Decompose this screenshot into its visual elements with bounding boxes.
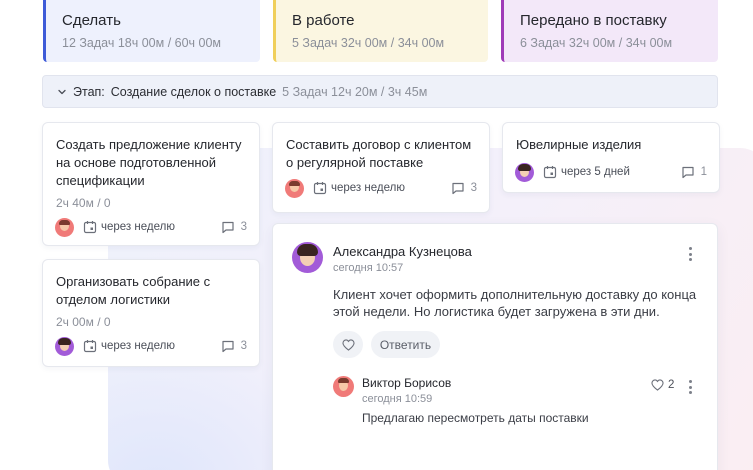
comment-count: 1: [700, 166, 707, 178]
task-footer: через неделю 3: [285, 178, 477, 198]
calendar-icon: [313, 181, 327, 195]
due-date: через неделю: [101, 221, 175, 233]
task-footer: через 5 дней 1: [515, 162, 707, 182]
due-date: через неделю: [101, 340, 175, 352]
comment-icon[interactable]: [681, 165, 695, 179]
assignee-avatar[interactable]: [285, 178, 304, 198]
reply-button[interactable]: Ответить: [371, 331, 440, 358]
reply-time: сегодня 10:59: [362, 393, 433, 405]
task-title: Составить договор с клиентом о регулярно…: [286, 137, 472, 170]
column-title: Передано в поставку: [520, 12, 667, 29]
like-button[interactable]: [333, 331, 363, 358]
due-date: через неделю: [331, 182, 405, 194]
comment-icon[interactable]: [451, 181, 465, 195]
comment-icon[interactable]: [221, 339, 235, 353]
author-avatar[interactable]: [292, 242, 323, 273]
column-title: В работе: [292, 12, 355, 29]
calendar-icon: [83, 339, 97, 353]
assignee-avatar[interactable]: [515, 162, 534, 182]
task-title: Ювелирные изделия: [516, 137, 642, 152]
comment-panel: Александра Кузнецова сегодня 10:57 Клиен…: [272, 223, 718, 470]
column-header-todo[interactable]: Сделать 12 Задач 18ч 00м / 60ч 00м: [43, 0, 260, 62]
stage-meta: 5 Задач 12ч 20м / 3ч 45м: [282, 84, 428, 99]
task-title: Организовать собрание с отделом логистик…: [56, 274, 211, 307]
task-title: Создать предложение клиенту на основе по…: [56, 137, 242, 188]
task-card[interactable]: Ювелирные изделия через 5 дней 1: [502, 122, 720, 193]
more-options-icon[interactable]: [686, 246, 694, 262]
comment-text: Клиент хочет оформить дополнительную дос…: [333, 287, 697, 319]
column-title: Сделать: [62, 12, 121, 29]
column-meta: 6 Задач 32ч 00м / 34ч 00м: [520, 36, 673, 50]
task-card[interactable]: Организовать собрание с отделом логистик…: [42, 259, 260, 367]
reply-author[interactable]: Виктор Борисов: [362, 376, 451, 390]
task-card[interactable]: Составить договор с клиентом о регулярно…: [272, 122, 490, 213]
heart-icon: [341, 338, 355, 351]
heart-icon: [651, 379, 664, 391]
task-card[interactable]: Создать предложение клиенту на основе по…: [42, 122, 260, 246]
calendar-icon: [83, 220, 97, 234]
chevron-down-icon[interactable]: [57, 87, 67, 97]
column-meta: 5 Задач 32ч 00м / 34ч 00м: [292, 36, 445, 50]
column-header-in-progress[interactable]: В работе 5 Задач 32ч 00м / 34ч 00м: [273, 0, 488, 62]
task-time: 2ч 00м / 0: [56, 315, 111, 329]
like-count: 2: [668, 379, 675, 391]
comment-count: 3: [470, 182, 477, 194]
task-footer: через неделю 3: [55, 217, 247, 237]
stage-name: Создание сделок о поставке: [110, 84, 277, 99]
reply-author-avatar[interactable]: [333, 376, 354, 397]
task-footer: через неделю 3: [55, 336, 247, 356]
assignee-avatar[interactable]: [55, 336, 74, 356]
reply-likes[interactable]: 2: [651, 379, 674, 391]
stage-label: Этап:: [73, 84, 105, 99]
reply-more-options-icon[interactable]: [686, 379, 694, 395]
comment-count: 3: [240, 340, 247, 352]
comment-count: 3: [240, 221, 247, 233]
comment-icon[interactable]: [221, 220, 235, 234]
task-time: 2ч 40м / 0: [56, 196, 111, 210]
column-header-delivered[interactable]: Передано в поставку 6 Задач 32ч 00м / 34…: [501, 0, 718, 62]
reply-text: Предлагаю пересмотреть даты поставки: [362, 411, 589, 425]
assignee-avatar[interactable]: [55, 217, 74, 237]
comment-time: сегодня 10:57: [333, 262, 404, 274]
column-meta: 12 Задач 18ч 00м / 60ч 00м: [62, 36, 222, 50]
stage-bar[interactable]: Этап: Создание сделок о поставке 5 Задач…: [42, 75, 718, 108]
due-date: через 5 дней: [561, 166, 630, 178]
comment-author[interactable]: Александра Кузнецова: [333, 244, 472, 259]
calendar-icon: [543, 165, 557, 179]
